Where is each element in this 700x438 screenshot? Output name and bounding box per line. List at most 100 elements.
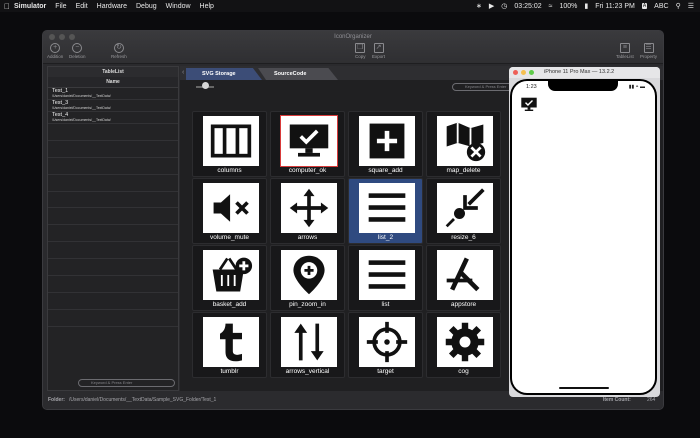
- icon-cell-pin-zoom-in[interactable]: pin_zoom_in: [270, 245, 345, 311]
- row-path: /Users/daniel/Documents/__TextData/: [52, 94, 111, 98]
- icon-label: appstore: [450, 301, 477, 308]
- icon-cell-resize-6[interactable]: resize_6: [426, 178, 501, 244]
- menu-hardware[interactable]: Hardware: [97, 3, 127, 10]
- list-icon: [359, 250, 415, 300]
- menu-file[interactable]: File: [55, 3, 66, 10]
- icon-cell-tumblr[interactable]: tumblr: [192, 312, 267, 378]
- chevron-left-icon[interactable]: ‹: [182, 69, 184, 76]
- icon-cell-cog[interactable]: cog: [426, 312, 501, 378]
- folder-path: /Users/daniel/Documents/__TextData/Sampl…: [69, 397, 217, 403]
- icon-cell-appstore[interactable]: appstore: [426, 245, 501, 311]
- search-icon[interactable]: ⚲: [676, 2, 681, 10]
- zoom-slider-knob[interactable]: [202, 82, 209, 89]
- copy-button[interactable]: ❐ Copy: [355, 43, 366, 59]
- menu-window[interactable]: Window: [166, 3, 191, 10]
- refresh-icon: ↻: [113, 43, 124, 53]
- tablelist-button[interactable]: ≡ TableList: [616, 43, 634, 59]
- empty-row: [48, 208, 178, 226]
- icon-label: list_2: [377, 234, 394, 241]
- menu-debug[interactable]: Debug: [136, 3, 157, 10]
- bluetooth-icon[interactable]: ∗: [476, 2, 482, 10]
- cog-icon: [437, 317, 493, 367]
- map-delete-icon: [437, 116, 493, 166]
- icon-cell-square-add[interactable]: square_add: [348, 111, 423, 177]
- plus-icon: +: [50, 43, 61, 53]
- minimize-button[interactable]: [521, 70, 526, 75]
- iphone-screen[interactable]: 1:23 ▮▮ ◓ ▬: [512, 81, 655, 393]
- computer-ok-icon: [521, 97, 537, 111]
- home-indicator[interactable]: [559, 387, 609, 389]
- battery-percent[interactable]: 100%: [560, 3, 578, 10]
- empty-row: [48, 158, 178, 175]
- battery-icon[interactable]: ▮: [584, 2, 588, 10]
- zoom-button[interactable]: [529, 70, 534, 75]
- icon-label: columns: [217, 167, 242, 174]
- addition-label: Addition: [47, 54, 64, 59]
- notch: [548, 81, 618, 91]
- export-label: Export: [372, 54, 386, 59]
- empty-row: [48, 310, 178, 327]
- volume-mute-icon: [203, 183, 259, 233]
- deletion-button[interactable]: − Deletion: [69, 43, 86, 59]
- apple-icon[interactable]: : [0, 2, 14, 11]
- icon-cell-computer-ok[interactable]: computer_ok: [270, 111, 345, 177]
- icon-cell-list-2[interactable]: list_2: [348, 178, 423, 244]
- item-count-value: 264: [647, 397, 656, 403]
- table-row[interactable]: Test_1 /Users/daniel/Documents/__TextDat…: [48, 88, 178, 100]
- input-source[interactable]: ABC: [654, 3, 668, 10]
- tab-svg-storage[interactable]: SVG Storage: [186, 68, 262, 80]
- sidebar-search-input[interactable]: Keyword & Press Enter: [78, 379, 175, 387]
- arrows-vertical-icon: [281, 317, 337, 367]
- icon-cell-columns[interactable]: columns: [192, 111, 267, 177]
- empty-row: [48, 242, 178, 260]
- icon-cell-volume-mute[interactable]: volume_mute: [192, 178, 267, 244]
- name-column-header[interactable]: Name: [48, 77, 178, 88]
- menu-clock[interactable]: Fri 11:23 PM: [595, 3, 635, 10]
- icon-label: arrows: [297, 234, 318, 241]
- basket-add-icon: [203, 250, 259, 300]
- list-icon: [359, 183, 415, 233]
- appstore-icon: [437, 250, 493, 300]
- icon-label: target: [377, 368, 394, 375]
- table-row[interactable]: Test_4 /Users/daniel/Documents/__TextDat…: [48, 112, 178, 124]
- tablelist-label: TableList: [616, 54, 634, 59]
- icon-cell-map-delete[interactable]: map_delete: [426, 111, 501, 177]
- close-button[interactable]: [513, 70, 518, 75]
- empty-row: [48, 225, 178, 243]
- icon-label: map_delete: [446, 167, 481, 174]
- clock-elapsed[interactable]: 03:25:02: [514, 3, 541, 10]
- export-button[interactable]: ↗ Export: [372, 43, 385, 59]
- empty-row: [48, 192, 178, 209]
- icon-label: computer_ok: [288, 167, 327, 174]
- export-icon: ↗: [373, 43, 384, 53]
- icon-label: square_add: [368, 167, 403, 174]
- copy-label: Copy: [355, 54, 366, 59]
- row-path: /Users/daniel/Documents/__TextData/: [52, 106, 111, 110]
- icon-cell-arrows[interactable]: arrows: [270, 178, 345, 244]
- icon-cell-target[interactable]: target: [348, 312, 423, 378]
- refresh-button[interactable]: ↻ Refresh: [111, 43, 127, 59]
- simulator-title: iPhone 11 Pro Max — 13.2.2: [544, 69, 615, 75]
- menu-edit[interactable]: Edit: [76, 3, 88, 10]
- icon-cell-arrows-vertical[interactable]: arrows_vertical: [270, 312, 345, 378]
- icon-cell-basket-add[interactable]: basket_add: [192, 245, 267, 311]
- row-path: /Users/daniel/Documents/__TextData/: [52, 118, 111, 122]
- icon-cell-list[interactable]: list: [348, 245, 423, 311]
- control-center-icon[interactable]: ☰: [688, 2, 694, 10]
- tab-sourcecode[interactable]: SourceCode: [258, 68, 338, 80]
- table-list-panel: TableList Name Test_1 /Users/daniel/Docu…: [47, 66, 179, 391]
- menu-simulator[interactable]: Simulator: [14, 3, 46, 10]
- icon-label: pin_zoom_in: [289, 301, 326, 308]
- wifi-icon[interactable]: ≈: [549, 3, 553, 10]
- menu-help[interactable]: Help: [200, 3, 214, 10]
- empty-row: [48, 293, 178, 310]
- property-label: Property: [640, 54, 658, 59]
- user-initial[interactable]: A: [641, 3, 648, 9]
- computer-ok-icon: [281, 116, 337, 166]
- table-row[interactable]: Test_3 /Users/daniel/Documents/__TextDat…: [48, 100, 178, 112]
- table-list-title: TableList: [48, 67, 178, 77]
- property-button[interactable]: ☰ Property: [640, 43, 657, 59]
- volume-icon[interactable]: ▶: [489, 2, 494, 10]
- timer-icon[interactable]: ◷: [501, 2, 507, 10]
- addition-button[interactable]: + Addition: [47, 43, 63, 59]
